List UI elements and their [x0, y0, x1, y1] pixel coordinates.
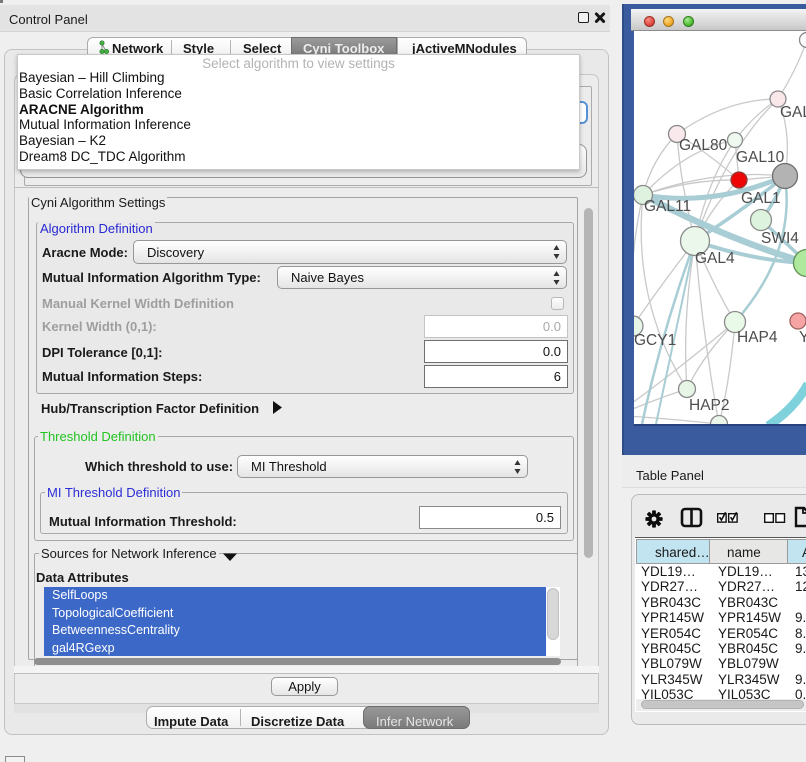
svg-text:GAL1: GAL1 — [741, 190, 781, 207]
svg-text:HAP4: HAP4 — [737, 329, 778, 346]
svg-text:GAL7: GAL7 — [780, 104, 806, 121]
svg-text:HAP2: HAP2 — [689, 397, 730, 414]
svg-text:GAL4: GAL4 — [695, 250, 735, 267]
svg-text:GAL11: GAL11 — [644, 198, 691, 215]
svg-text:SWI4: SWI4 — [761, 230, 799, 247]
svg-text:GCY1: GCY1 — [634, 332, 676, 349]
svg-text:GAL80: GAL80 — [679, 137, 728, 154]
svg-text:YJ: YJ — [799, 329, 806, 346]
svg-text:GAL10: GAL10 — [736, 149, 785, 166]
